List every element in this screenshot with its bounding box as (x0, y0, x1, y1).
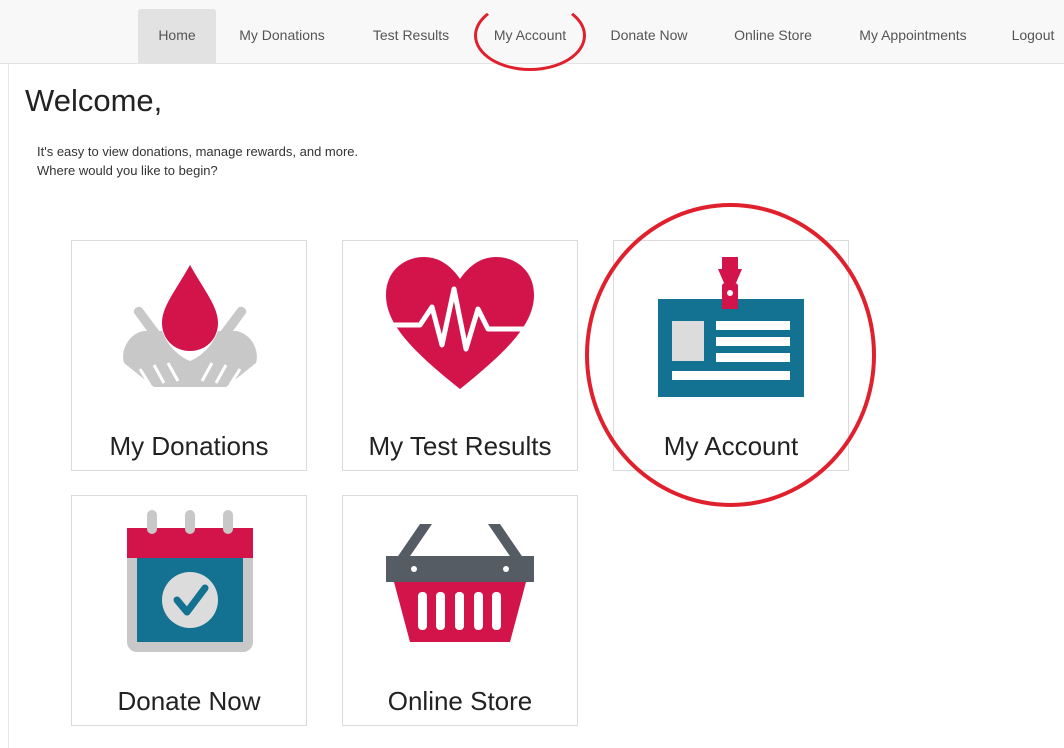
calendar-check-icon (127, 510, 253, 652)
tile-my-account[interactable]: My Account (613, 240, 849, 471)
nav-my-donations[interactable]: My Donations (224, 9, 340, 64)
shopping-basket-icon (386, 524, 534, 642)
content-divider (8, 64, 9, 748)
nav-logout[interactable]: Logout (1002, 9, 1064, 64)
page-title: Welcome, (25, 83, 163, 118)
nav-online-store[interactable]: Online Store (718, 9, 828, 64)
nav-test-results[interactable]: Test Results (356, 9, 466, 64)
tile-my-test-results[interactable]: My Test Results (342, 240, 578, 471)
tile-label: My Account (663, 431, 799, 461)
tile-donate-now[interactable]: Donate Now (71, 495, 307, 726)
intro-line-1: It's easy to view donations, manage rewa… (37, 144, 359, 159)
nav-donate-now[interactable]: Donate Now (594, 9, 704, 64)
tile-my-donations[interactable]: My Donations (71, 240, 307, 471)
nav-my-account[interactable]: My Account (478, 9, 582, 64)
nav-home[interactable]: Home (138, 9, 216, 64)
tile-label: Donate Now (117, 686, 261, 716)
heart-pulse-icon (383, 257, 537, 389)
tile-online-store[interactable]: Online Store (342, 495, 578, 726)
intro-text: It's easy to view donations, manage rewa… (37, 142, 358, 180)
id-badge-icon (658, 257, 804, 397)
tile-label: My Test Results (368, 431, 552, 461)
tile-label: My Donations (109, 431, 269, 461)
tile-label: Online Store (387, 686, 533, 716)
nav-my-appointments[interactable]: My Appointments (842, 9, 984, 64)
top-navbar: Home My Donations Test Results My Accoun… (0, 0, 1064, 64)
blood-drop-hands-icon (123, 265, 257, 387)
intro-line-2: Where would you like to begin? (37, 163, 218, 178)
